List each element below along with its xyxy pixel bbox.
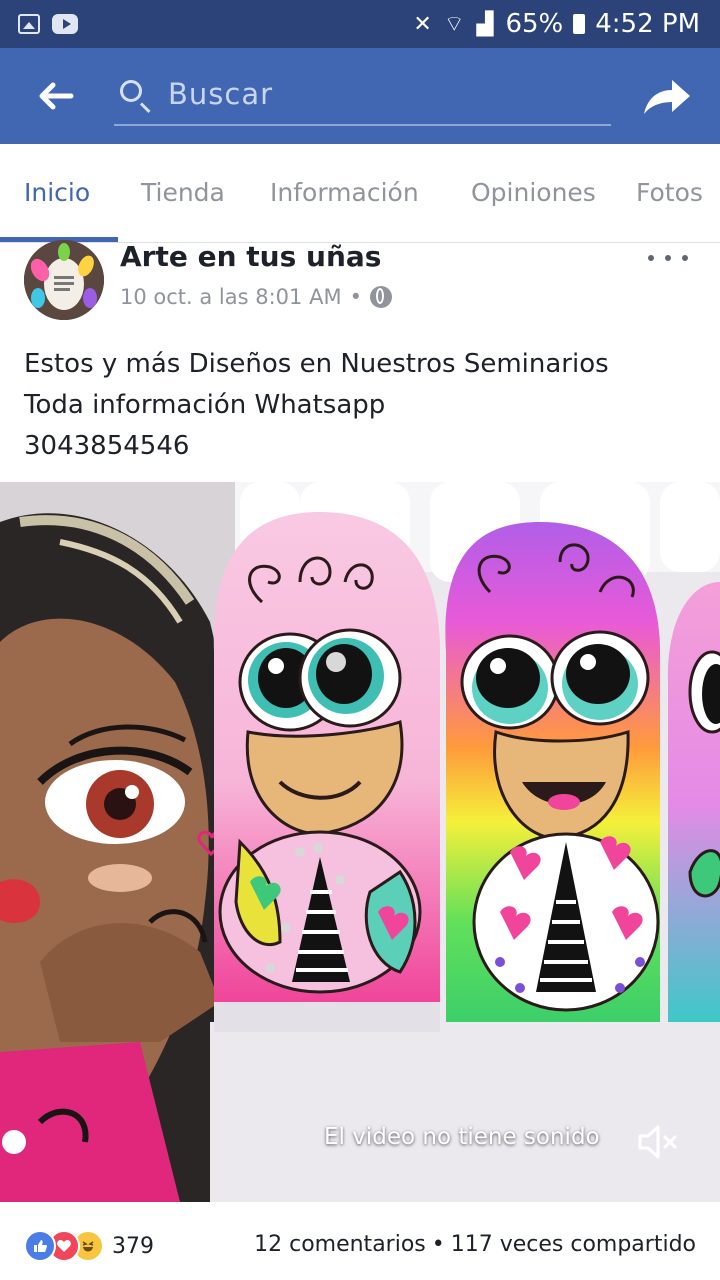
status-bar: ✕ ⌔ ▟ 65% 4:52 PM bbox=[0, 0, 720, 48]
no-sound-label: El video no tiene sonido bbox=[324, 1124, 600, 1150]
tab-opiniones[interactable]: Opiniones bbox=[471, 144, 596, 242]
more-dot-icon bbox=[648, 255, 654, 261]
tab-tienda[interactable]: Tienda bbox=[141, 144, 225, 242]
comments-count[interactable]: 12 comentarios bbox=[254, 1232, 426, 1257]
globe-icon bbox=[369, 286, 392, 308]
post-meta: 10 oct. a las 8:01 AM • bbox=[120, 285, 392, 309]
status-bar-left bbox=[18, 14, 78, 34]
reaction-count: 379 bbox=[112, 1233, 154, 1259]
page-name[interactable]: Arte en tus uñas bbox=[120, 240, 381, 273]
tab-inicio[interactable]: Inicio bbox=[24, 144, 90, 242]
shares-count[interactable]: 117 veces compartido bbox=[451, 1232, 696, 1257]
back-arrow-icon bbox=[39, 82, 74, 110]
search-icon bbox=[120, 80, 142, 102]
page-tabs: Inicio Tienda Información Opiniones Foto… bbox=[0, 144, 720, 243]
tab-fotos[interactable]: Fotos bbox=[636, 144, 703, 242]
page-avatar[interactable] bbox=[24, 240, 104, 320]
counts-separator: • bbox=[431, 1232, 445, 1257]
battery-icon bbox=[573, 14, 586, 34]
mute-button[interactable] bbox=[636, 1122, 680, 1162]
reactions-summary[interactable]: 379 bbox=[24, 1230, 154, 1262]
like-icon bbox=[24, 1230, 56, 1262]
more-dot-icon bbox=[665, 255, 671, 261]
battery-percent: 65% bbox=[505, 9, 564, 39]
post-text: Estos y más Diseños en Nuestros Seminari… bbox=[24, 344, 704, 467]
mute-vibrate-icon: ✕ bbox=[413, 11, 434, 37]
share-button[interactable] bbox=[640, 70, 692, 122]
engagement-counts: 12 comentarios • 117 veces compartido bbox=[254, 1232, 696, 1257]
more-dot-icon bbox=[682, 255, 688, 261]
wifi-icon: ⌔ bbox=[443, 12, 467, 37]
avatar-image bbox=[24, 240, 104, 320]
search-placeholder: Buscar bbox=[168, 77, 274, 111]
share-icon bbox=[644, 80, 690, 114]
post-footer: 379 12 comentarios • 117 veces compartido bbox=[0, 1202, 720, 1280]
clock: 4:52 PM bbox=[595, 9, 700, 39]
status-bar-right: ✕ ⌔ ▟ 65% 4:52 PM bbox=[413, 9, 700, 39]
search-bar[interactable]: Buscar bbox=[114, 68, 611, 126]
image-icon bbox=[18, 14, 40, 34]
back-button[interactable] bbox=[30, 72, 80, 120]
top-toolbar: Buscar bbox=[0, 48, 720, 144]
post-text-line: Toda información Whatsapp bbox=[24, 390, 386, 420]
post-text-line: Estos y más Diseños en Nuestros Seminari… bbox=[24, 349, 609, 379]
post-video[interactable] bbox=[0, 482, 720, 1202]
tab-informacion[interactable]: Información bbox=[270, 144, 419, 242]
speaker-muted-icon bbox=[638, 1125, 677, 1159]
post-timestamp[interactable]: 10 oct. a las 8:01 AM bbox=[120, 285, 342, 309]
meta-separator: • bbox=[349, 285, 362, 309]
post-text-line[interactable]: 3043854546 bbox=[24, 426, 704, 467]
video-frame bbox=[0, 482, 720, 1202]
post-options-button[interactable] bbox=[648, 246, 688, 270]
youtube-icon bbox=[52, 14, 78, 34]
signal-icon: ▟ bbox=[476, 11, 496, 37]
